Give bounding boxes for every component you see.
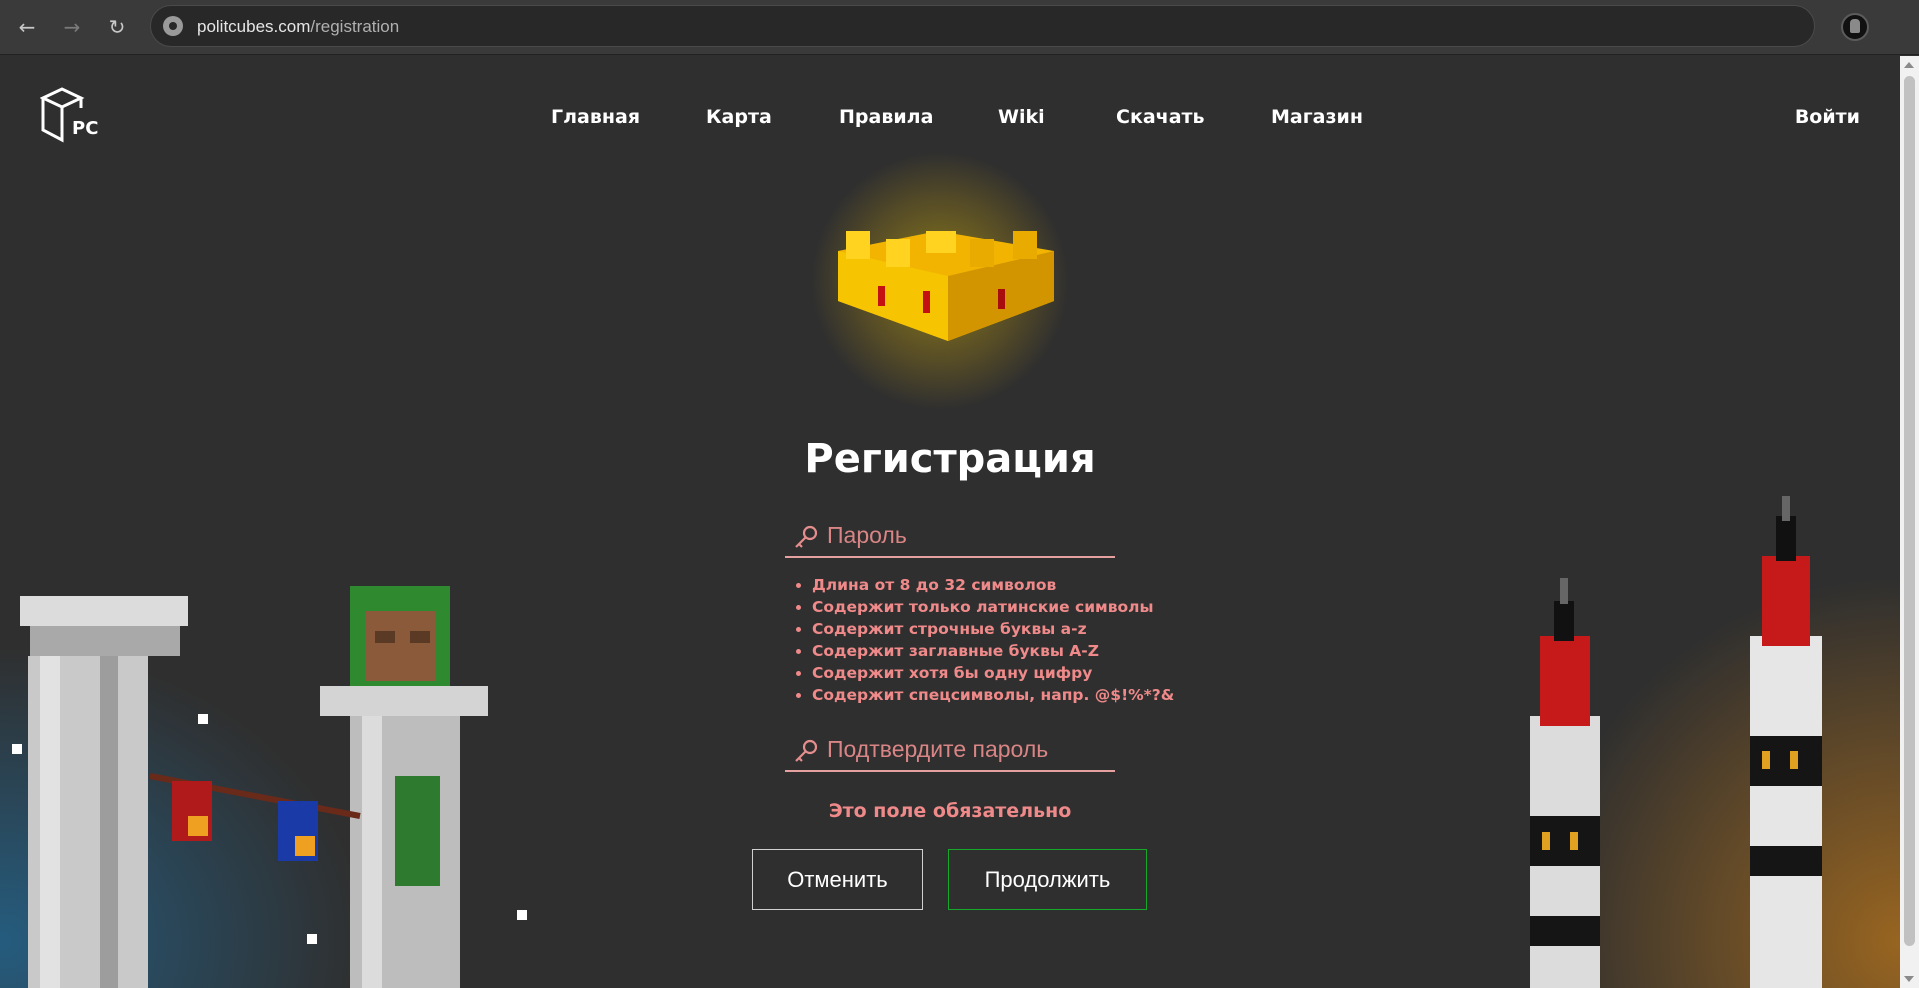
requirement-item: Содержит только латинские символы (812, 596, 1174, 618)
sparkle-decoration (198, 714, 208, 724)
cancel-button[interactable]: Отменить (752, 849, 923, 910)
key-icon (795, 739, 818, 762)
sparkle-decoration (12, 744, 22, 754)
nav-link-rules[interactable]: Правила (839, 106, 933, 128)
continue-button[interactable]: Продолжить (948, 849, 1147, 910)
scroll-up-arrow-icon[interactable] (1904, 62, 1914, 68)
address-bar[interactable]: politcubes.com/registration (150, 5, 1815, 47)
key-icon (795, 525, 818, 548)
site-logo[interactable]: PC (40, 86, 102, 148)
nav-link-download[interactable]: Скачать (1116, 106, 1205, 128)
sparkle-decoration (307, 934, 317, 944)
nav-link-wiki[interactable]: Wiki (998, 106, 1045, 128)
nav-link-map[interactable]: Карта (706, 106, 772, 128)
page-scrollbar[interactable] (1900, 56, 1919, 988)
confirm-password-field (785, 726, 1115, 772)
requirement-item: Содержит заглавные буквы A-Z (812, 640, 1174, 662)
page-title: Регистрация (804, 436, 1096, 482)
requirement-item: Содержит строчные буквы a-z (812, 618, 1174, 640)
nav-link-home[interactable]: Главная (551, 106, 640, 128)
forward-arrow-icon[interactable]: → (57, 12, 87, 42)
left-pillars-art (20, 586, 488, 988)
requirement-item: Содержит хотя бы одну цифру (812, 662, 1174, 684)
url-text[interactable]: politcubes.com/registration (197, 17, 399, 37)
password-input[interactable] (827, 518, 1107, 552)
right-rockets-art (1530, 496, 1822, 988)
browser-toolbar: ← → ↻ politcubes.com/registration (0, 0, 1919, 55)
crown-icon (838, 231, 1054, 341)
sparkle-decoration (517, 910, 527, 920)
requirement-item: Содержит спецсимволы, напр. @$!%*?& (812, 684, 1174, 706)
back-arrow-icon[interactable]: ← (12, 12, 42, 42)
scroll-thumb[interactable] (1904, 76, 1915, 946)
requirement-item: Длина от 8 до 32 символов (812, 574, 1174, 596)
nav-link-shop[interactable]: Магазин (1271, 106, 1363, 128)
profile-avatar-icon[interactable] (1841, 13, 1869, 41)
reload-icon[interactable]: ↻ (102, 12, 132, 42)
registration-page: PC Главная Карта Правила Wiki Скачать Ма… (0, 56, 1900, 988)
logo-text: PC (72, 118, 98, 139)
login-link[interactable]: Войти (1795, 106, 1860, 128)
field-required-error: Это поле обязательно (828, 800, 1072, 822)
password-field (785, 512, 1115, 558)
scroll-down-arrow-icon[interactable] (1904, 976, 1914, 982)
confirm-password-input[interactable] (827, 732, 1107, 766)
password-requirements-list: Длина от 8 до 32 символов Содержит тольк… (812, 574, 1174, 706)
site-info-icon[interactable] (163, 16, 183, 36)
